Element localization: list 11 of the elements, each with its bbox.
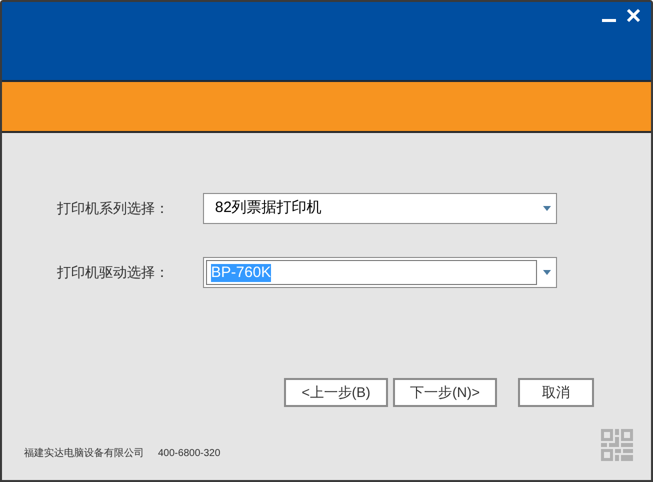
field-label: 打印机驱动选择： [57, 263, 170, 282]
phone-number: 400-6800-320 [158, 447, 220, 461]
wizard-button[interactable]: 取消 [518, 378, 594, 407]
field-label: 打印机系列选择： [57, 199, 170, 218]
close-icon[interactable] [626, 8, 641, 23]
dropdown-arrow-icon[interactable] [542, 270, 550, 275]
wizard-button[interactable]: 下一步(N)> [393, 378, 497, 407]
dropdown[interactable]: 82列票据打印机 [203, 193, 557, 224]
wizard-button[interactable]: <上一步(B) [284, 378, 388, 407]
dropdown-arrow-icon[interactable] [542, 206, 550, 211]
company-name: 福建实达电脑设备有限公司 [24, 446, 144, 461]
